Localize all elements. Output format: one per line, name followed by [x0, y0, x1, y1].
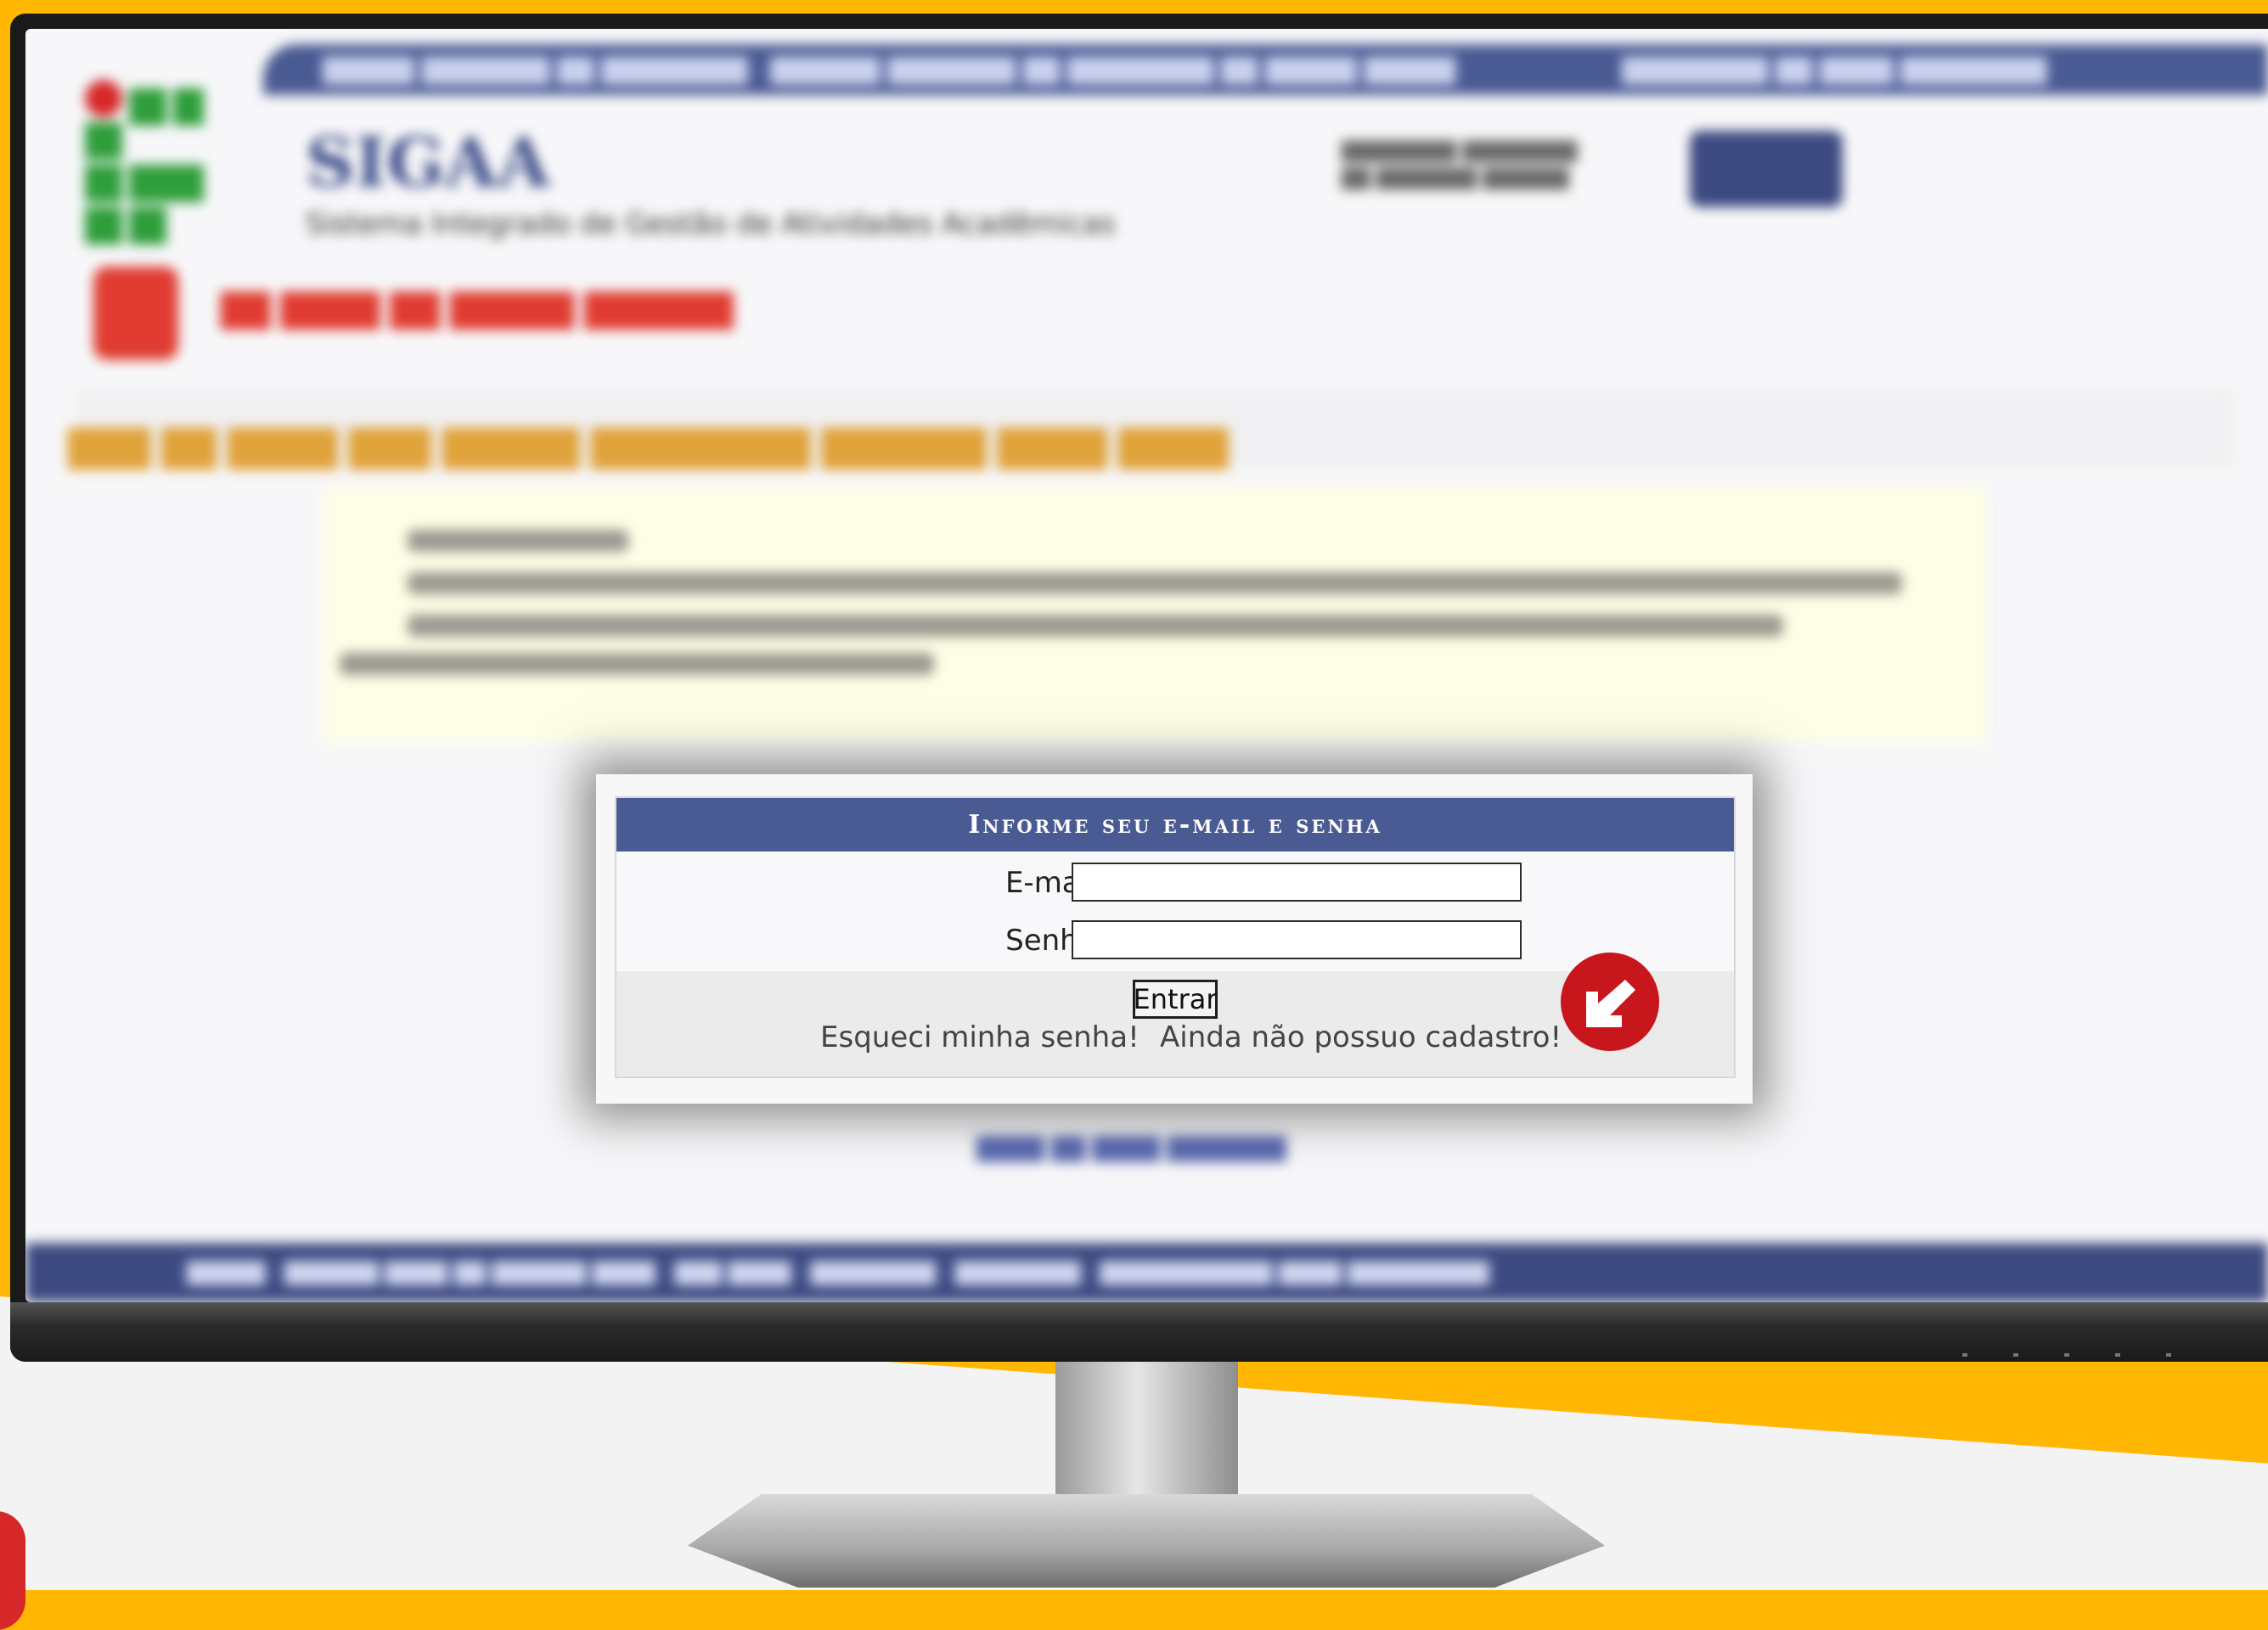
login-title: Informe seu e-mail e senha	[616, 798, 1734, 852]
header-info: ████████ ████████ ██ ███████ ██████	[1342, 142, 1578, 190]
login-dialog: Informe seu e-mail e senha E-mail: Senha…	[596, 774, 1753, 1104]
top-bar-text: █████ ███████ ██ ████████ · ██████ █████…	[323, 57, 2047, 85]
forgot-password-link[interactable]: Esqueci minha senha!	[820, 1020, 1140, 1054]
login-form: Informe seu e-mail e senha E-mail: Senha…	[615, 796, 1736, 1078]
email-field[interactable]	[1072, 863, 1522, 902]
alert-text: ██ ████ ██ █████ ██████	[221, 292, 734, 329]
app-name: SIGAA	[306, 122, 550, 202]
monitor-buttons	[1962, 1353, 2217, 1357]
app-subtitle: Sistema Integrado de Gestão de Atividade…	[306, 207, 1116, 241]
email-row: E-mail:	[616, 857, 1734, 908]
header-button[interactable]	[1690, 131, 1843, 207]
monitor-stand-neck	[1055, 1362, 1238, 1515]
breadcrumb-text: ███ ██ ████ ███ █████ ████████ ██████ ██…	[68, 428, 1229, 469]
blurred-background-page: █████ ███████ ██ ████████ · ██████ █████…	[25, 29, 2268, 1302]
top-navigation-bar: █████ ███████ ██ ████████ · ██████ █████…	[263, 44, 2268, 95]
password-field[interactable]	[1072, 920, 1522, 959]
enter-button[interactable]: Entrar	[1133, 980, 1218, 1019]
register-link[interactable]: Ainda não possuo cadastro!	[1160, 1020, 1562, 1054]
password-row: Senha:	[616, 915, 1734, 966]
below-link[interactable]: ████ ██ ████ ███████	[976, 1137, 1286, 1162]
login-actions: Entrar Esqueci minha senha! Ainda não po…	[616, 953, 1734, 1076]
notice-box	[323, 487, 1987, 742]
monitor-chin	[10, 1302, 2268, 1362]
background-red-shape	[0, 1511, 25, 1630]
alert-icon	[93, 267, 178, 360]
monitor-stand-base	[688, 1494, 1605, 1588]
arrow-down-left-icon	[1561, 953, 1659, 1051]
monitor-screen: █████ ███████ ██ ████████ · ██████ █████…	[25, 29, 2268, 1302]
institution-logo	[85, 80, 204, 250]
footer-text: █████ · ██████ ████ ██ ██████ ████ · ███…	[187, 1262, 1489, 1285]
